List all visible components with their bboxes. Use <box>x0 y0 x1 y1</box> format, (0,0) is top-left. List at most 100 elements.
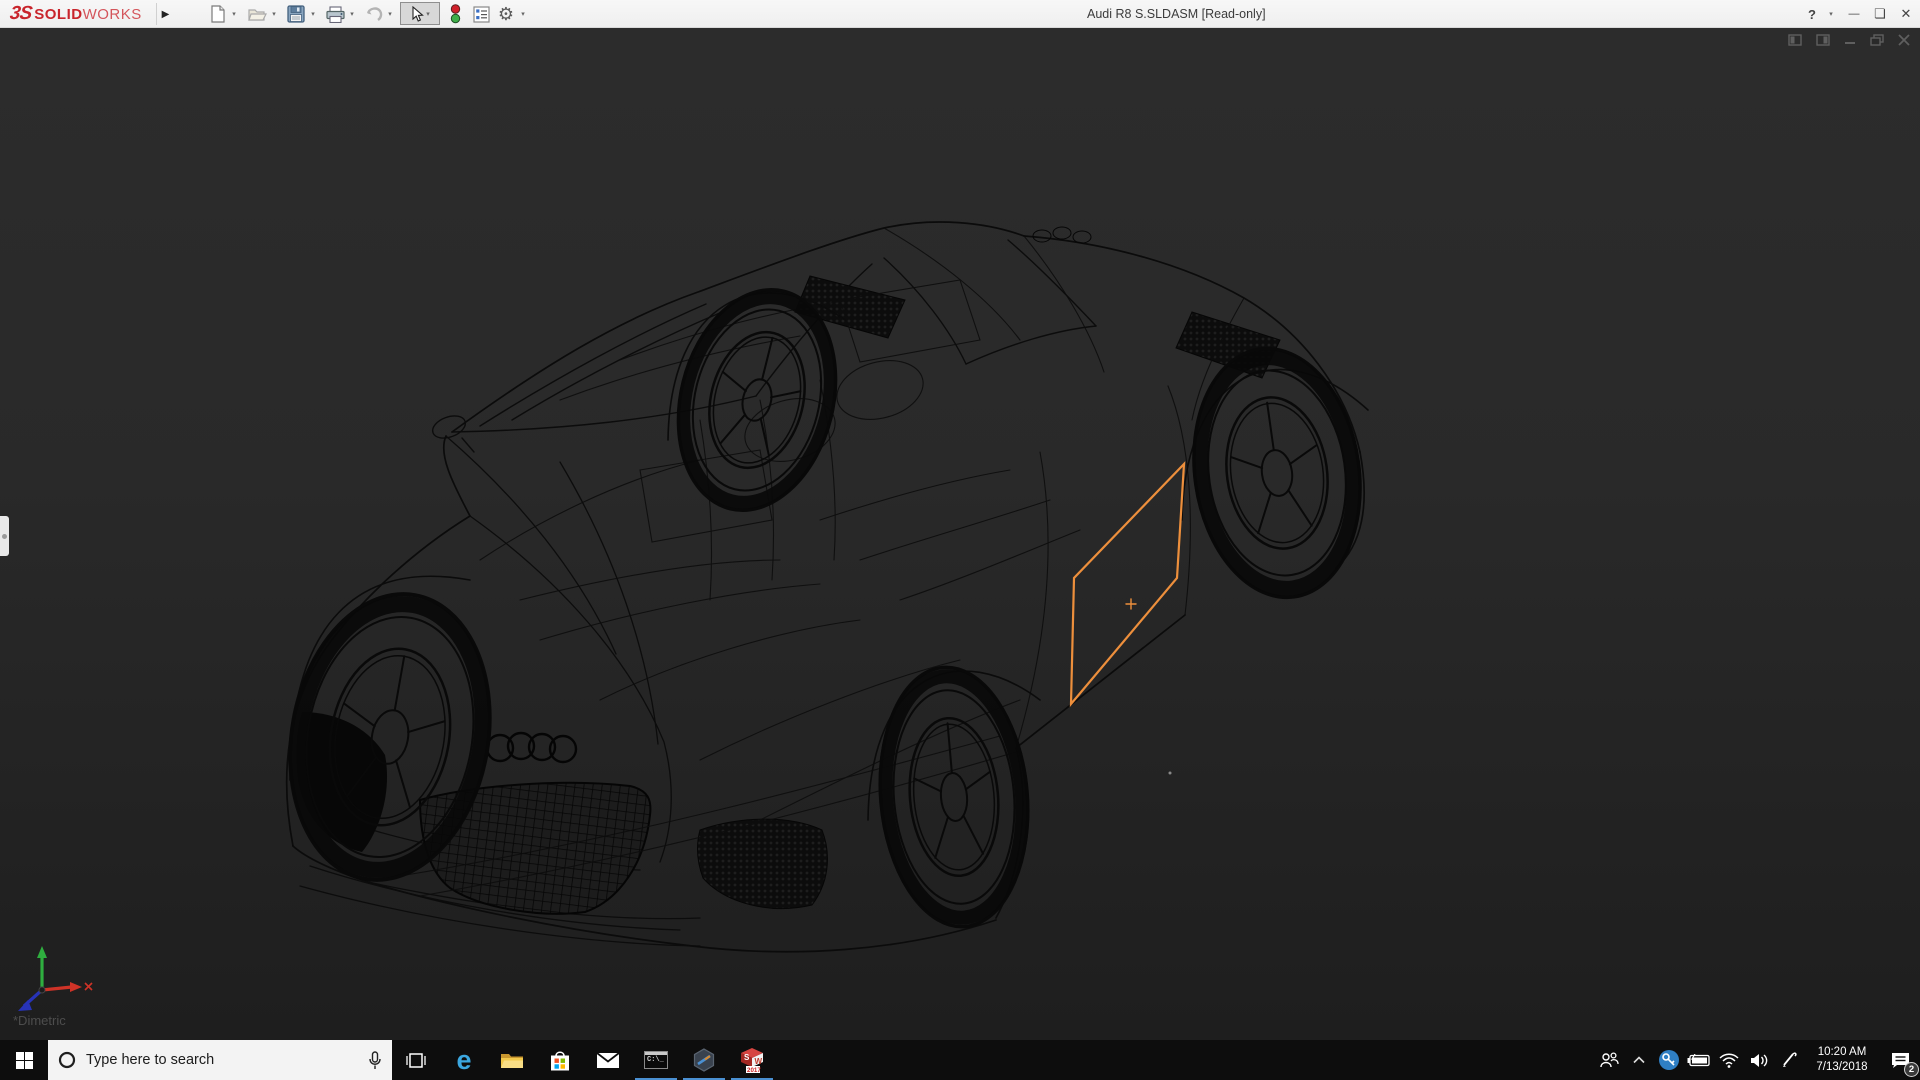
logo-solid-text: SOLID <box>34 6 82 23</box>
cortana-icon <box>58 1051 76 1069</box>
save-floppy-icon <box>287 5 305 23</box>
front-right-wheel <box>870 661 1038 933</box>
car-glasshouse <box>430 240 1096 452</box>
taskbar-app-edge[interactable]: e <box>440 1040 488 1080</box>
restore-button[interactable]: ❏ <box>1868 0 1892 28</box>
tray-battery[interactable] <box>1684 1040 1714 1080</box>
toolbar-expand-button[interactable]: ▶ <box>156 3 174 25</box>
open-folder-icon <box>248 6 267 22</box>
battery-icon <box>1687 1054 1711 1067</box>
mail-icon <box>596 1052 620 1069</box>
taskbar-clock[interactable]: 10:20 AM 7/13/2018 <box>1804 1040 1880 1080</box>
doc-restore-icon[interactable] <box>1870 34 1884 46</box>
open-dropdown[interactable]: ▾ <box>268 3 278 25</box>
clock-date: 7/13/2018 <box>1816 1060 1867 1075</box>
windows-logo-icon <box>16 1052 33 1069</box>
tray-volume[interactable] <box>1744 1040 1774 1080</box>
minimize-icon: — <box>1849 8 1860 20</box>
speaker-icon <box>1750 1053 1769 1068</box>
tray-windows-ink[interactable] <box>1774 1040 1804 1080</box>
x-axis-label <box>85 983 92 990</box>
view-orientation-label: *Dimetric <box>13 1013 66 1028</box>
options-dropdown[interactable]: ▾ <box>517 3 527 25</box>
task-view-button[interactable] <box>392 1040 440 1080</box>
taskbar-app-edrawings[interactable] <box>680 1040 728 1080</box>
people-button[interactable] <box>1594 1040 1624 1080</box>
action-center-button[interactable]: 2 <box>1880 1040 1920 1080</box>
graphics-viewport[interactable]: *Dimetric <box>0 28 1920 1040</box>
taskbar-app-mail[interactable] <box>584 1040 632 1080</box>
svg-text:S: S <box>744 1053 750 1062</box>
print-dropdown[interactable]: ▾ <box>346 3 356 25</box>
chevron-down-icon: ▾ <box>426 10 430 18</box>
help-button[interactable]: ? <box>1802 0 1822 28</box>
start-button[interactable] <box>0 1040 48 1080</box>
edge-icon: e <box>456 1047 471 1074</box>
taskbar-app-store[interactable] <box>536 1040 584 1080</box>
doc-minimize-icon[interactable] <box>1844 34 1856 46</box>
taskbar-app-file-explorer[interactable] <box>488 1040 536 1080</box>
new-document-dropdown[interactable]: ▾ <box>228 3 238 25</box>
task-pane-tab[interactable] <box>0 516 9 556</box>
pane-left-icon[interactable] <box>1788 34 1802 46</box>
chevron-down-icon: ▾ <box>232 10 236 18</box>
task-view-icon <box>405 1052 427 1069</box>
chevron-down-icon: ▾ <box>388 10 392 18</box>
microphone-icon[interactable] <box>368 1051 382 1070</box>
rebuild-button[interactable] <box>446 3 464 25</box>
open-button[interactable] <box>246 3 268 25</box>
wifi-icon <box>1719 1053 1739 1068</box>
file-properties-button[interactable] <box>470 3 492 25</box>
tray-security-app[interactable] <box>1654 1040 1684 1080</box>
save-button[interactable] <box>285 3 307 25</box>
search-box[interactable]: Type here to search <box>48 1040 392 1080</box>
save-dropdown[interactable]: ▾ <box>307 3 317 25</box>
print-icon <box>326 6 345 23</box>
origin-dot <box>1169 772 1172 775</box>
taskbar-app-solidworks[interactable]: S W 2017 <box>728 1040 776 1080</box>
chevron-down-icon: ▾ <box>1829 10 1833 18</box>
undo-button[interactable] <box>362 3 384 25</box>
print-button[interactable] <box>324 3 346 25</box>
undo-dropdown[interactable]: ▾ <box>384 3 394 25</box>
titlebar: 3S SOLID WORKS ▶ ▾ ▾ ▾ <box>0 0 1920 28</box>
restore-icon: ❏ <box>1874 6 1886 22</box>
tray-wifi[interactable] <box>1714 1040 1744 1080</box>
minimize-button[interactable]: — <box>1842 0 1866 28</box>
search-placeholder: Type here to search <box>86 1052 358 1068</box>
rear-right-wheel <box>1178 338 1375 608</box>
close-button[interactable]: ✕ <box>1894 0 1918 28</box>
security-key-icon <box>1658 1049 1680 1071</box>
orientation-triad[interactable] <box>6 940 96 1020</box>
options-button[interactable]: ⚙ <box>495 3 517 25</box>
file-explorer-icon <box>500 1051 524 1070</box>
document-title: Audi R8 S.SLDASM [Read-only] <box>1087 7 1266 21</box>
close-icon: ✕ <box>1901 6 1912 22</box>
help-dropdown[interactable]: ▾ <box>1824 0 1836 28</box>
command-prompt-icon: C:\_ <box>644 1051 668 1069</box>
chevron-down-icon: ▾ <box>272 10 276 18</box>
solidworks-2017-icon: S W 2017 <box>739 1047 765 1073</box>
select-tool-button[interactable]: ▾ <box>400 2 440 25</box>
gear-icon: ⚙ <box>498 4 514 25</box>
clock-time: 10:20 AM <box>1816 1045 1867 1060</box>
doc-close-icon[interactable] <box>1898 34 1910 46</box>
select-cursor-icon <box>410 6 424 22</box>
solidworks-logo: 3S SOLID WORKS <box>10 2 142 26</box>
pen-icon <box>1781 1052 1797 1068</box>
new-document-button[interactable] <box>208 3 228 25</box>
people-icon <box>1599 1052 1619 1068</box>
hidden-icons-button[interactable] <box>1624 1040 1654 1080</box>
selected-face[interactable] <box>1071 464 1184 704</box>
pane-right-icon[interactable] <box>1816 34 1830 46</box>
new-document-icon <box>210 5 226 23</box>
svg-text:2017: 2017 <box>747 1067 761 1073</box>
taskbar-app-command-prompt[interactable]: C:\_ <box>632 1040 680 1080</box>
store-icon <box>549 1050 571 1071</box>
wireframe-car <box>0 28 1920 1040</box>
undo-icon <box>364 6 383 22</box>
file-properties-icon <box>473 6 490 23</box>
chevron-down-icon: ▾ <box>311 10 315 18</box>
notification-badge: 2 <box>1904 1062 1919 1077</box>
system-tray: 10:20 AM 7/13/2018 2 <box>1594 1040 1920 1080</box>
